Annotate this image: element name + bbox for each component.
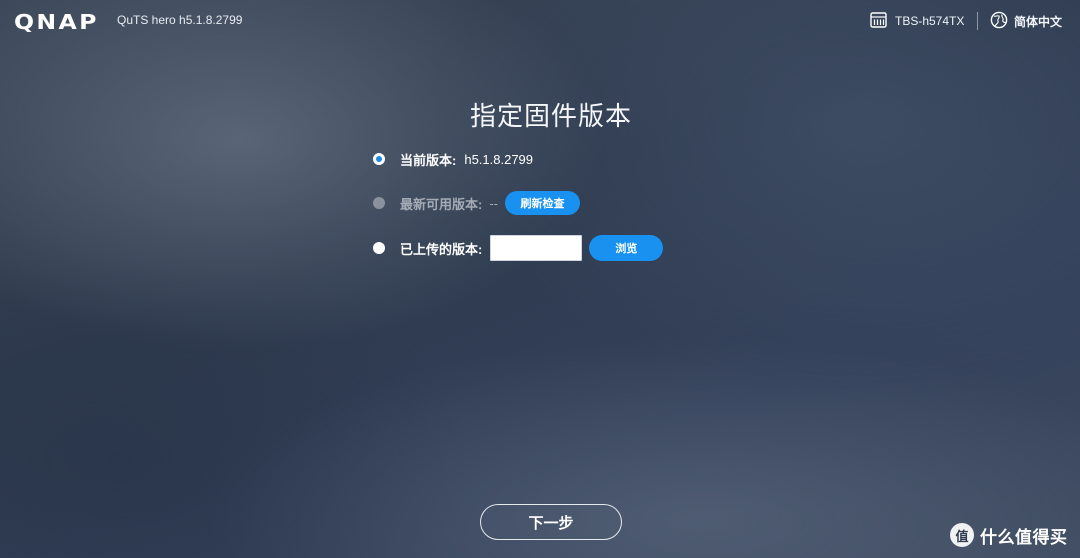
refresh-check-button[interactable]: 刷新检查 (505, 191, 581, 215)
header-divider (977, 12, 978, 30)
page-title: 指定固件版本 (469, 101, 632, 131)
uploaded-version-label: 已上传的版本: (400, 241, 483, 257)
option-uploaded-version[interactable]: 已上传的版本: 浏览 (373, 235, 664, 261)
option-latest-version: 最新可用版本: -- 刷新检查 (373, 190, 581, 216)
radio-latest-version (373, 197, 385, 209)
radio-uploaded-version[interactable] (373, 242, 385, 254)
language-label: 简体中文 (1014, 14, 1063, 29)
product-version-label: QuTS hero h5.1.8.2799 (117, 13, 243, 27)
radio-current-version[interactable] (373, 153, 385, 165)
nas-device-icon (870, 11, 887, 31)
uploaded-file-field[interactable] (490, 235, 583, 261)
smzdm-watermark: 值 什么值得买 (950, 522, 1068, 548)
latest-version-label: 最新可用版本: (400, 196, 483, 212)
device-name-label: TBS-h574TX (895, 14, 965, 28)
smzdm-badge-glyph: 值 (955, 528, 969, 544)
browse-button[interactable]: 浏览 (589, 235, 664, 261)
latest-version-value: -- (489, 195, 499, 211)
current-version-value: h5.1.8.2799 (464, 151, 534, 167)
smzdm-watermark-text: 什么值得买 (980, 527, 1068, 547)
device-name-menu[interactable]: TBS-h574TX (870, 11, 964, 31)
qnap-logo: QNAP (14, 10, 99, 34)
language-selector[interactable]: 简体中文 (990, 11, 1062, 31)
next-step-button[interactable]: 下一步 (480, 504, 622, 540)
current-version-label: 当前版本: (400, 152, 457, 168)
smzdm-logo-icon: 值 (950, 523, 974, 547)
option-current-version[interactable]: 当前版本: h5.1.8.2799 (373, 146, 533, 172)
globe-icon (990, 11, 1008, 32)
top-bar: QNAP QuTS hero h5.1.8.2799 TBS-h574TX 简体… (0, 0, 1080, 42)
